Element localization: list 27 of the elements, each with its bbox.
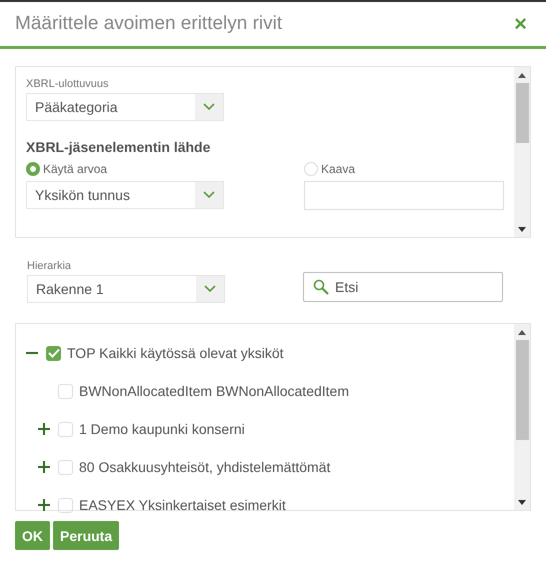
tree-item-label[interactable]: 1 Demo kaupunki konserni [79, 421, 245, 437]
dialog-title: Määrittele avoimen erittelyn rivit [15, 13, 282, 35]
tree-item-label[interactable]: 80 Osakkuusyhteisöt, yhdistelemättömät [79, 459, 330, 475]
field-label: XBRL-ulottuvuus [26, 78, 110, 90]
scrollbar-thumb[interactable] [516, 340, 528, 440]
search-field[interactable]: Etsi [303, 272, 503, 302]
section-title: XBRL-jäsenelementin lähde [26, 139, 212, 155]
hierarchy-dropdown[interactable]: Rakenne 1 [27, 275, 225, 303]
source-dropdown[interactable]: Yksikön tunnus [26, 181, 224, 209]
tree-item-label[interactable]: EASYEX Yksinkertaiset esimerkit [79, 497, 286, 513]
field-label: Hierarkia [27, 260, 72, 272]
scrollbar-thumb[interactable] [516, 83, 528, 143]
tree-item-label[interactable]: BWNonAllocatedItem BWNonAllocatedItem [79, 383, 349, 399]
expand-icon[interactable] [38, 499, 50, 511]
tree-item-label[interactable]: TOP Kaikki käytössä olevat yksiköt [67, 345, 284, 361]
dimension-dropdown[interactable]: Pääkategoria [26, 93, 224, 121]
chevron-down-icon [204, 285, 216, 293]
chevron-down-icon [203, 103, 215, 111]
radio-button[interactable] [26, 162, 40, 176]
radio-label: Kaava [321, 162, 356, 176]
search-icon [313, 279, 329, 295]
checkbox[interactable] [46, 346, 61, 360]
radio-label: Käytä arvoa [43, 162, 108, 176]
expand-icon[interactable] [38, 423, 50, 435]
chevron-down-icon [203, 191, 215, 199]
expand-icon[interactable] [38, 461, 50, 473]
formula-input[interactable] [304, 181, 504, 210]
